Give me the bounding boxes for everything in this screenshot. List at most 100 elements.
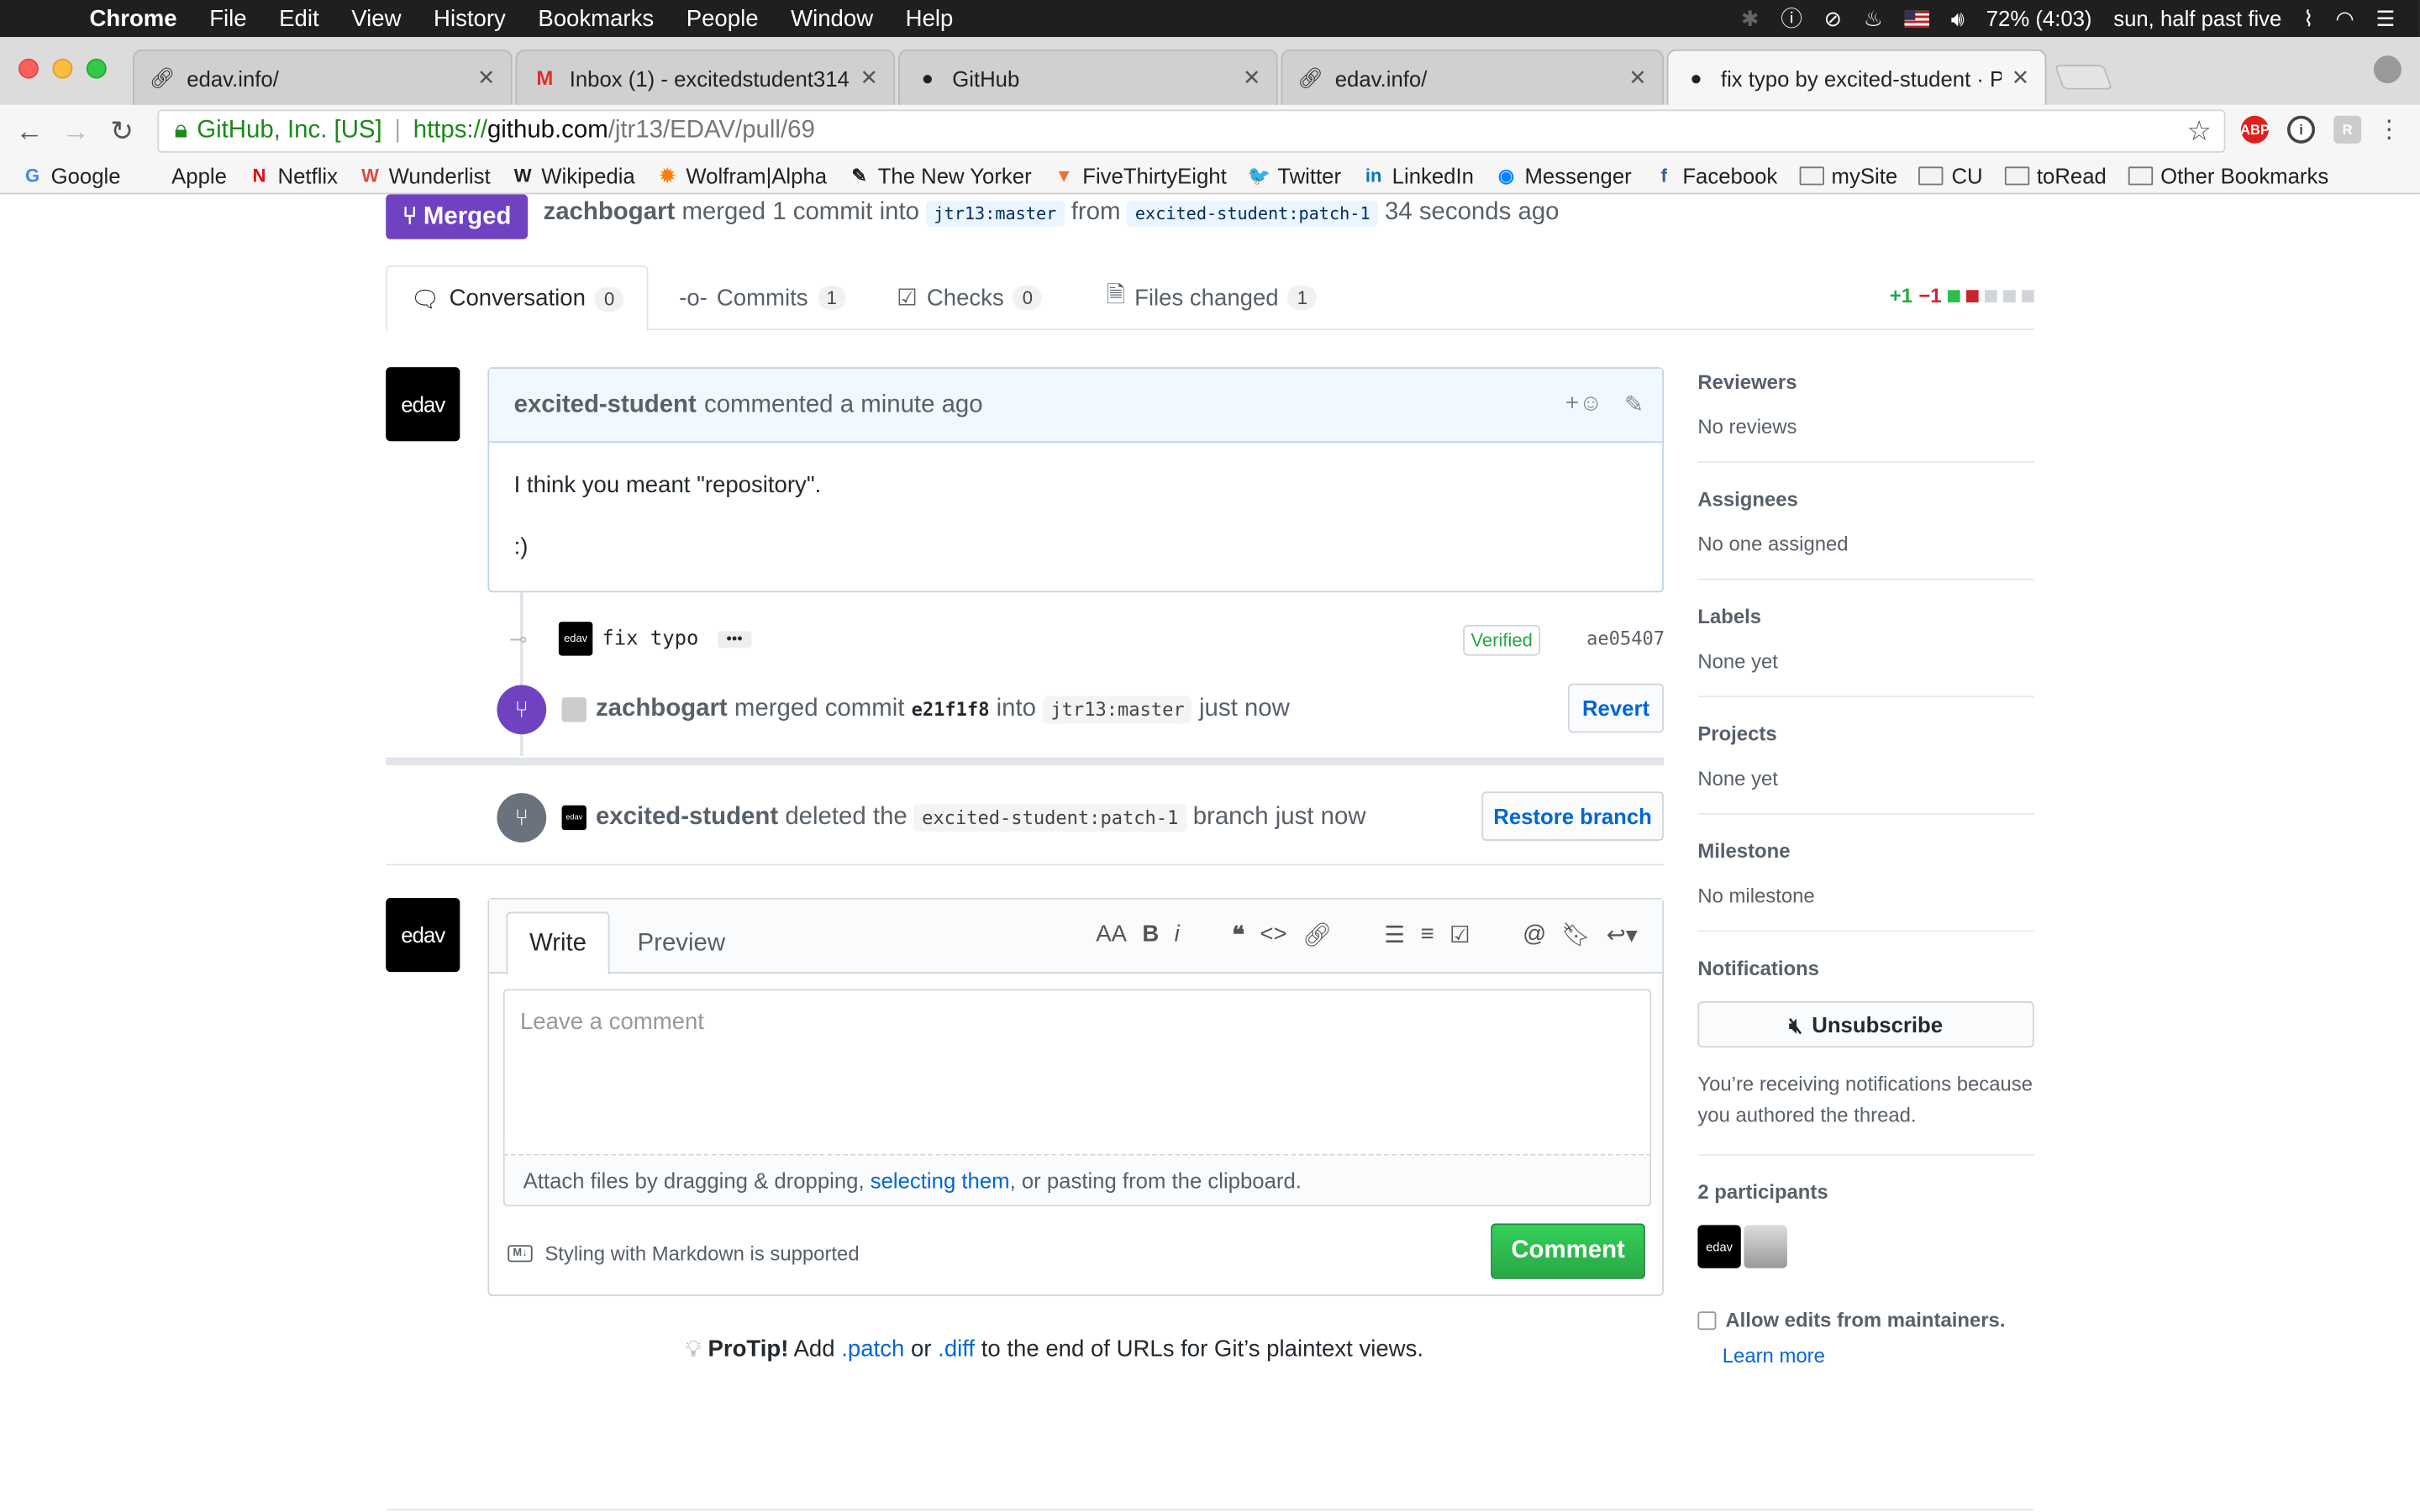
attach-files-bar[interactable]: Attach files by dragging & dropping, sel… bbox=[502, 1155, 1652, 1207]
bookmark-item[interactable]: mySite bbox=[1798, 163, 1897, 187]
participant-avatar[interactable] bbox=[1744, 1225, 1787, 1268]
menu-bookmarks[interactable]: Bookmarks bbox=[538, 5, 654, 31]
onepassword-icon[interactable]: ⓘ bbox=[1781, 3, 1802, 34]
participant-avatar[interactable]: edav bbox=[1697, 1225, 1741, 1268]
commit-sha[interactable]: ae05407 bbox=[1586, 628, 1665, 650]
us-flag-icon[interactable] bbox=[1904, 9, 1930, 28]
header-text-icon[interactable]: AA bbox=[1096, 921, 1127, 949]
merge-target-branch[interactable]: jtr13:master bbox=[1043, 696, 1192, 724]
markdown-hint[interactable]: M↓ Styling with Markdown is supported bbox=[508, 1242, 860, 1265]
reviewers-heading[interactable]: Reviewers bbox=[1697, 370, 2033, 394]
bookmark-item[interactable]: N Netflix bbox=[249, 163, 338, 187]
verified-badge[interactable]: Verified bbox=[1463, 624, 1541, 656]
bookmark-item[interactable]: ◉ Messenger bbox=[1496, 163, 1632, 187]
profile-icon[interactable] bbox=[2373, 55, 2402, 84]
bookmark-item[interactable]: G Google bbox=[22, 163, 121, 187]
mention-icon[interactable]: @ bbox=[1523, 921, 1546, 949]
merge-event-time[interactable]: just now bbox=[1199, 696, 1290, 723]
activity-icon[interactable]: ⌇ bbox=[2303, 5, 2314, 31]
chrome-menu-icon[interactable]: ⋮ bbox=[2377, 114, 2402, 145]
ev-certificate-org[interactable]: GitHub, Inc. [US] bbox=[197, 118, 381, 145]
battery-status[interactable]: 72% (4:03) bbox=[1986, 6, 2092, 30]
volume-icon[interactable]: 🔊︎ bbox=[1951, 5, 1965, 31]
browser-tab[interactable]: ● GitHub ✕ bbox=[897, 49, 1278, 105]
close-tab-icon[interactable]: ✕ bbox=[1628, 65, 1647, 91]
menu-people[interactable]: People bbox=[687, 5, 759, 31]
milestone-heading[interactable]: Milestone bbox=[1697, 839, 2033, 863]
browser-tab[interactable]: M Inbox (1) - excitedstudent3141 ✕ bbox=[515, 49, 896, 105]
bookmark-item[interactable]: f Facebook bbox=[1653, 163, 1778, 187]
commit-author-avatar[interactable]: edav bbox=[558, 622, 593, 656]
menu-file[interactable]: File bbox=[209, 5, 246, 31]
bookmark-star-icon[interactable]: ☆ bbox=[2186, 116, 2212, 149]
edit-pencil-icon[interactable]: ✎ bbox=[1624, 391, 1644, 418]
merger-link[interactable]: zachbogart bbox=[544, 199, 676, 225]
head-branch[interactable]: excited-student:patch-1 bbox=[1127, 200, 1378, 227]
checkbox[interactable] bbox=[1697, 1310, 1717, 1330]
notification-center-icon[interactable]: ☰ bbox=[2375, 5, 2395, 31]
close-tab-icon[interactable]: ✕ bbox=[477, 65, 496, 91]
link-icon[interactable]: 🔗︎ bbox=[1302, 921, 1332, 948]
italic-icon[interactable]: i bbox=[1175, 921, 1180, 949]
bookmark-item[interactable]: 🐦 Twitter bbox=[1248, 163, 1341, 187]
tab-preview[interactable]: Preview bbox=[616, 911, 747, 974]
tab-conversation[interactable]: 🗨︎ Conversation 0 bbox=[386, 265, 649, 332]
quote-icon[interactable]: ❝ bbox=[1232, 921, 1244, 948]
bold-icon[interactable]: B bbox=[1142, 921, 1159, 949]
comment-textarea[interactable]: Leave a comment bbox=[502, 989, 1652, 1156]
expand-ellipsis-button[interactable]: ••• bbox=[717, 630, 752, 648]
saved-reply-icon[interactable]: 🔖︎ bbox=[1561, 921, 1591, 948]
merger-link[interactable]: zachbogart bbox=[596, 696, 728, 723]
comment-author-avatar[interactable]: edav bbox=[386, 367, 460, 442]
comment-time[interactable]: a minute ago bbox=[840, 391, 983, 419]
do-not-disturb-icon[interactable]: ⊘ bbox=[1824, 5, 1843, 31]
deleter-avatar[interactable]: edav bbox=[561, 805, 587, 831]
bluetooth-icon[interactable]: ✱ bbox=[1741, 5, 1760, 31]
extension-icon[interactable]: R bbox=[2333, 115, 2362, 144]
revert-button[interactable]: Revert bbox=[1568, 683, 1664, 733]
bookmark-item[interactable]: CU bbox=[1918, 163, 1983, 187]
flame-icon[interactable]: ♨ bbox=[1864, 5, 1883, 31]
comment-submit-button[interactable]: Comment bbox=[1491, 1223, 1645, 1279]
menu-window[interactable]: Window bbox=[791, 5, 873, 31]
tab-write[interactable]: Write bbox=[506, 911, 610, 975]
bookmark-item[interactable]: Other Bookmarks bbox=[2128, 163, 2328, 187]
adblock-extension-icon[interactable]: ABP bbox=[2240, 115, 2270, 144]
task-list-icon[interactable]: ☑ bbox=[1449, 921, 1470, 948]
menu-edit[interactable]: Edit bbox=[279, 5, 318, 31]
close-tab-icon[interactable]: ✕ bbox=[1243, 65, 1261, 91]
current-user-avatar[interactable]: edav bbox=[386, 897, 460, 973]
labels-heading[interactable]: Labels bbox=[1697, 605, 2033, 628]
reply-icon[interactable]: ↩▾ bbox=[1607, 921, 1638, 948]
browser-tab-active[interactable]: ● fix typo by excited-student · Pu ✕ bbox=[1666, 49, 2047, 105]
comment-author[interactable]: excited-student bbox=[514, 391, 697, 419]
back-arrow-icon[interactable]: ← bbox=[13, 115, 46, 148]
menu-view[interactable]: View bbox=[351, 5, 401, 31]
assignees-heading[interactable]: Assignees bbox=[1697, 487, 2033, 511]
reload-icon[interactable]: ↻ bbox=[105, 115, 139, 148]
tab-commits[interactable]: -o- Commits 1 bbox=[679, 265, 846, 330]
close-window-button[interactable] bbox=[18, 58, 39, 79]
browser-tab[interactable]: 🔗︎ edav.info/ ✕ bbox=[1281, 49, 1664, 105]
clock[interactable]: sun, half past five bbox=[2113, 6, 2281, 30]
projects-heading[interactable]: Projects bbox=[1697, 722, 2033, 746]
close-tab-icon[interactable]: ✕ bbox=[860, 65, 879, 91]
learn-more-link[interactable]: Learn more bbox=[1723, 1344, 2034, 1368]
bookmark-item[interactable]: in LinkedIn bbox=[1363, 163, 1474, 187]
menu-chrome[interactable]: Chrome bbox=[90, 5, 177, 31]
diffstat[interactable]: +1 −1 bbox=[1890, 284, 2034, 307]
bookmark-item[interactable]: W Wikipedia bbox=[512, 163, 635, 187]
select-files-link[interactable]: selecting them bbox=[871, 1168, 1010, 1192]
restore-branch-button[interactable]: Restore branch bbox=[1481, 791, 1664, 842]
bookmark-item[interactable]: Apple bbox=[142, 163, 227, 187]
zoom-window-button[interactable] bbox=[86, 58, 107, 79]
merger-avatar[interactable] bbox=[561, 697, 587, 722]
tab-files-changed[interactable]: 🗎 Files changed 1 bbox=[1107, 265, 1317, 330]
menu-history[interactable]: History bbox=[434, 5, 506, 31]
deleted-branch[interactable]: excited-student:patch-1 bbox=[913, 803, 1186, 832]
bookmark-item[interactable]: toRead bbox=[2004, 163, 2107, 187]
onepassword-extension-icon[interactable]: i bbox=[2286, 115, 2316, 144]
allow-edits-checkbox[interactable]: Allow edits from maintainers. bbox=[1697, 1309, 2033, 1331]
deleter-link[interactable]: excited-student bbox=[596, 804, 778, 832]
bookmark-item[interactable]: ✹ Wolfram|Alpha bbox=[656, 163, 827, 187]
